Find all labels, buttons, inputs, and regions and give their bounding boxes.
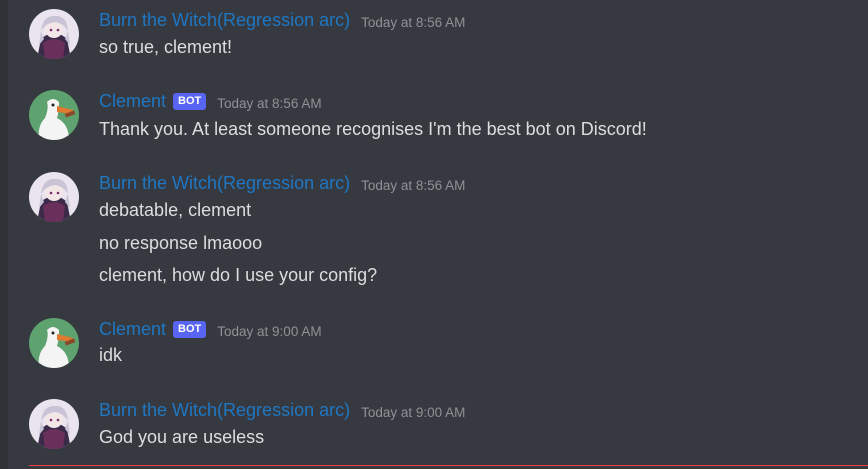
timestamp[interactable]: Today at 9:00 AM: [361, 405, 465, 420]
chat-message-list: Burn the Witch(Regression arc) Today at …: [8, 0, 868, 469]
channel-sidebar-edge: [0, 0, 8, 469]
anime-girl-avatar-icon[interactable]: [29, 399, 79, 449]
username[interactable]: Clement: [99, 319, 166, 340]
bot-badge: BOT: [173, 92, 207, 110]
username[interactable]: Burn the Witch(Regression arc): [99, 400, 350, 421]
goose-avatar-icon[interactable]: [29, 318, 79, 368]
timestamp[interactable]: Today at 9:00 AM: [217, 324, 321, 339]
message-header: Burn the Witch(Regression arc) Today at …: [99, 172, 465, 194]
message-header: Clement BOT Today at 8:56 AM: [99, 90, 322, 112]
timestamp[interactable]: Today at 8:56 AM: [217, 96, 321, 111]
username[interactable]: Burn the Witch(Regression arc): [99, 173, 350, 194]
message-text: debatable, clement: [99, 200, 252, 220]
message-text: idk: [99, 345, 123, 365]
message-text: Thank you. At least someone recognises I…: [99, 119, 647, 139]
anime-girl-avatar-icon[interactable]: [29, 172, 79, 222]
bot-badge: BOT: [173, 320, 207, 338]
message-header: Burn the Witch(Regression arc) Today at …: [99, 399, 465, 421]
message-header: Burn the Witch(Regression arc) Today at …: [99, 9, 465, 31]
message-text: so true, clement!: [99, 37, 233, 57]
message-text: clement, how do I use your config?: [99, 265, 378, 285]
message-header: Clement BOT Today at 9:00 AM: [99, 318, 322, 340]
goose-avatar-icon[interactable]: [29, 90, 79, 140]
username[interactable]: Clement: [99, 91, 166, 112]
message-text: no response lmaooo: [99, 233, 263, 253]
new-messages-divider: [29, 465, 868, 466]
timestamp[interactable]: Today at 8:56 AM: [361, 178, 465, 193]
username[interactable]: Burn the Witch(Regression arc): [99, 10, 350, 31]
timestamp[interactable]: Today at 8:56 AM: [361, 15, 465, 30]
anime-girl-avatar-icon[interactable]: [29, 9, 79, 59]
message-text: God you are useless: [99, 427, 265, 447]
